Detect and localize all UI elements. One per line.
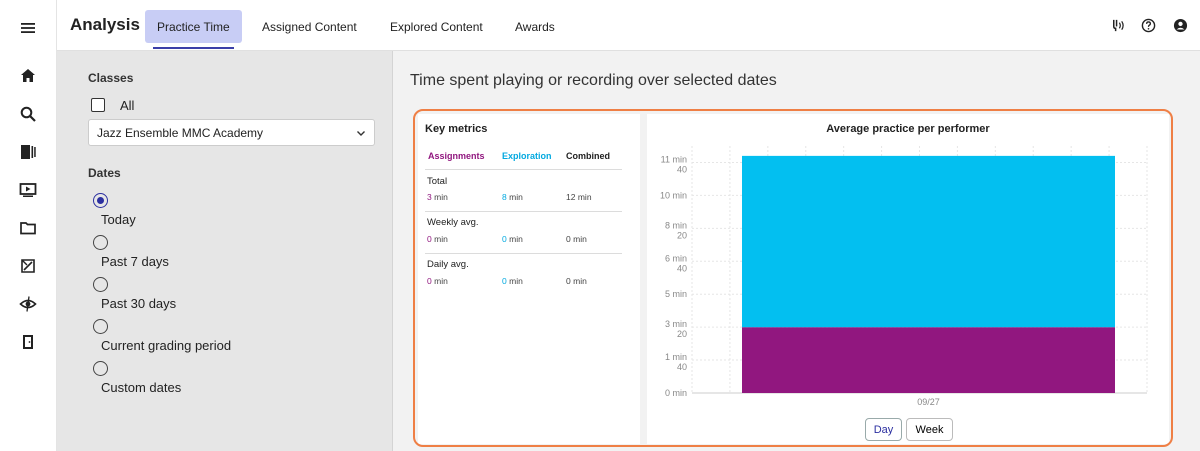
page-title: Analysis bbox=[70, 15, 140, 34]
day-toggle-button[interactable]: Day bbox=[865, 418, 902, 441]
menu-icon[interactable] bbox=[18, 18, 38, 38]
total-combined: 12 min bbox=[566, 192, 592, 202]
divider bbox=[425, 169, 622, 170]
radio-past-30-days[interactable] bbox=[93, 277, 108, 292]
radio-past-7-days[interactable] bbox=[93, 235, 108, 250]
col-assignments: Assignments bbox=[428, 151, 485, 161]
y-tick-label: 8 min 20 bbox=[665, 220, 687, 240]
y-tick-label: 0 min bbox=[665, 388, 687, 398]
divider bbox=[425, 253, 622, 254]
dates-label: Dates bbox=[88, 166, 121, 180]
all-classes-checkbox[interactable] bbox=[91, 98, 105, 112]
tab-explored-content[interactable]: Explored Content bbox=[378, 10, 495, 43]
y-tick-label: 6 min 40 bbox=[665, 253, 687, 273]
bar-assignments bbox=[742, 327, 1115, 393]
weekly-assignments: 0 min bbox=[427, 234, 448, 244]
tab-practice-time[interactable]: Practice Time bbox=[145, 10, 242, 43]
radio-past-7-days-label: Past 7 days bbox=[101, 254, 169, 269]
exit-icon[interactable] bbox=[18, 332, 38, 352]
tab-awards[interactable]: Awards bbox=[503, 10, 567, 43]
daily-assignments: 0 min bbox=[427, 276, 448, 286]
total-assignments: 3 min bbox=[427, 192, 448, 202]
total-exploration: 8 min bbox=[502, 192, 523, 202]
nav-rail bbox=[0, 0, 57, 451]
y-tick-label: 11 min 40 bbox=[661, 154, 687, 174]
filters-panel: Classes All Jazz Ensemble MMC Academy Da… bbox=[57, 51, 393, 451]
radio-today[interactable] bbox=[93, 193, 108, 208]
daily-combined: 0 min bbox=[566, 276, 587, 286]
radio-today-label: Today bbox=[101, 212, 136, 227]
key-metrics-card: Key metrics Assignments Exploration Comb… bbox=[418, 114, 640, 444]
y-tick-label: 10 min bbox=[660, 190, 687, 200]
divider bbox=[425, 211, 622, 212]
practice-chart: 0 min 1 min 40 3 min 20 5 min 6 min 40 8 min 20 10… bbox=[660, 146, 1148, 407]
home-icon[interactable] bbox=[18, 66, 38, 86]
active-tab-indicator bbox=[153, 47, 234, 49]
folder-icon[interactable] bbox=[18, 218, 38, 238]
class-select-value: Jazz Ensemble MMC Academy bbox=[97, 125, 264, 140]
search-icon[interactable] bbox=[18, 104, 38, 124]
row-weekly-avg-label: Weekly avg. bbox=[427, 217, 479, 228]
library-icon[interactable] bbox=[18, 142, 38, 162]
tuner-icon[interactable] bbox=[1109, 17, 1125, 33]
help-icon[interactable] bbox=[1140, 17, 1156, 33]
video-icon[interactable] bbox=[18, 180, 38, 200]
top-bar: Analysis Practice Time Assigned Content … bbox=[57, 0, 1200, 51]
radio-custom-dates[interactable] bbox=[93, 361, 108, 376]
week-toggle-button[interactable]: Week bbox=[906, 418, 953, 441]
weekly-combined: 0 min bbox=[566, 234, 587, 244]
chart-card: 0 min 1 min 40 3 min 20 5 min 6 min 40 8 min 20 10… bbox=[647, 114, 1169, 444]
y-tick-label: 5 min bbox=[665, 289, 687, 299]
x-tick-label: 09/27 bbox=[917, 397, 940, 407]
col-exploration: Exploration bbox=[502, 151, 552, 161]
bar-exploration bbox=[742, 155, 1115, 328]
y-tick-label: 3 min 20 bbox=[665, 319, 687, 339]
radio-past-30-days-label: Past 30 days bbox=[101, 296, 177, 311]
radio-custom-dates-label: Custom dates bbox=[101, 380, 182, 395]
daily-exploration: 0 min bbox=[502, 276, 523, 286]
all-classes-label: All bbox=[120, 98, 135, 113]
tab-assigned-content[interactable]: Assigned Content bbox=[250, 10, 369, 43]
y-tick-label: 1 min 40 bbox=[665, 352, 687, 372]
key-metrics-title: Key metrics bbox=[425, 123, 488, 135]
class-select[interactable]: Jazz Ensemble MMC Academy bbox=[88, 119, 375, 146]
row-daily-avg-label: Daily avg. bbox=[427, 259, 469, 270]
assignment-icon[interactable] bbox=[18, 256, 38, 276]
eye-icon[interactable] bbox=[18, 294, 38, 314]
radio-current-grading-period[interactable] bbox=[93, 319, 108, 334]
radio-current-grading-period-label: Current grading period bbox=[101, 338, 232, 353]
section-title: Time spent playing or recording over sel… bbox=[410, 72, 777, 89]
row-total-label: Total bbox=[427, 176, 448, 187]
account-icon[interactable] bbox=[1172, 17, 1188, 33]
chart-title: Average practice per performer bbox=[826, 123, 990, 135]
weekly-exploration: 0 min bbox=[502, 234, 523, 244]
classes-label: Classes bbox=[88, 71, 134, 85]
chevron-down-icon bbox=[357, 130, 365, 136]
col-combined: Combined bbox=[566, 151, 610, 161]
